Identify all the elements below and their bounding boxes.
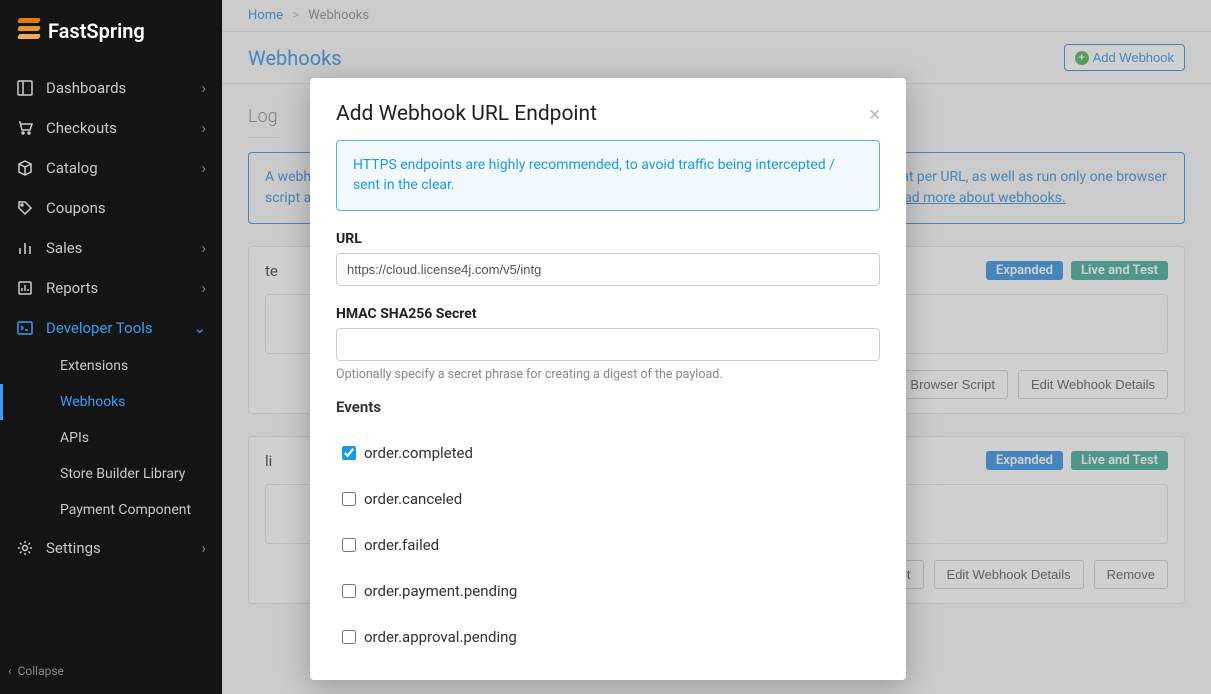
- url-input[interactable]: [336, 253, 880, 286]
- sidebar-item-reports[interactable]: Reports ›: [0, 268, 222, 308]
- url-label: URL: [336, 231, 880, 247]
- event-label: order.completed: [364, 444, 473, 462]
- sidebar: FastSpring Dashboards › Checkouts › Cata…: [0, 0, 222, 694]
- sidebar-item-checkouts[interactable]: Checkouts ›: [0, 108, 222, 148]
- chevron-right-icon: ›: [201, 159, 206, 177]
- dashboard-icon: [16, 79, 34, 97]
- chevron-right-icon: ›: [201, 119, 206, 137]
- sidebar-sub-payment-component[interactable]: Payment Component: [0, 492, 222, 528]
- sidebar-sub-apis[interactable]: APIs: [0, 420, 222, 456]
- close-icon[interactable]: ×: [869, 102, 880, 126]
- logo-mark-icon: [18, 18, 40, 44]
- sidebar-item-developer-tools[interactable]: Developer Tools ⌄: [0, 308, 222, 348]
- event-row-order-failed[interactable]: order.failed: [336, 522, 880, 568]
- sidebar-label: Settings: [46, 539, 201, 557]
- gear-icon: [16, 539, 34, 557]
- https-alert: HTTPS endpoints are highly recommended, …: [336, 140, 880, 211]
- chevron-right-icon: ›: [201, 239, 206, 257]
- chevron-down-icon: ⌄: [193, 319, 206, 337]
- sidebar-item-settings[interactable]: Settings ›: [0, 528, 222, 568]
- sidebar-label: Reports: [46, 279, 201, 297]
- events-label: Events: [336, 398, 880, 416]
- cart-icon: [16, 119, 34, 137]
- collapse-sidebar-button[interactable]: ‹ Collapse: [8, 664, 64, 678]
- box-icon: [16, 159, 34, 177]
- sidebar-sub-extensions[interactable]: Extensions: [0, 348, 222, 384]
- sidebar-label: Sales: [46, 239, 201, 257]
- tag-icon: [16, 199, 34, 217]
- event-checkbox[interactable]: [342, 446, 356, 460]
- sidebar-item-dashboards[interactable]: Dashboards ›: [0, 68, 222, 108]
- event-label: order.failed: [364, 536, 439, 554]
- sidebar-item-coupons[interactable]: Coupons: [0, 188, 222, 228]
- brand-logo[interactable]: FastSpring: [0, 0, 222, 68]
- event-row-order-completed[interactable]: order.completed: [336, 430, 880, 476]
- event-checkbox[interactable]: [342, 538, 356, 552]
- chevron-right-icon: ›: [201, 539, 206, 557]
- sidebar-label: Catalog: [46, 159, 201, 177]
- event-label: order.canceled: [364, 490, 462, 508]
- chevron-right-icon: ›: [201, 279, 206, 297]
- chevron-right-icon: ›: [201, 79, 206, 97]
- event-checkbox[interactable]: [342, 584, 356, 598]
- secret-input[interactable]: [336, 328, 880, 361]
- event-row-order-canceled[interactable]: order.canceled: [336, 476, 880, 522]
- terminal-icon: [16, 319, 34, 337]
- secret-label: HMAC SHA256 Secret: [336, 306, 880, 322]
- sidebar-label: Coupons: [46, 199, 206, 217]
- sidebar-item-catalog[interactable]: Catalog ›: [0, 148, 222, 188]
- modal-title: Add Webhook URL Endpoint: [336, 102, 869, 126]
- event-checkbox[interactable]: [342, 492, 356, 506]
- brand-name: FastSpring: [48, 19, 145, 43]
- event-label: order.payment.pending: [364, 582, 517, 600]
- event-row-order-approval-pending[interactable]: order.approval.pending: [336, 614, 880, 660]
- collapse-icon: ‹: [8, 664, 12, 678]
- report-icon: [16, 279, 34, 297]
- collapse-label: Collapse: [18, 664, 64, 678]
- event-label: order.approval.pending: [364, 628, 517, 646]
- sidebar-label: Dashboards: [46, 79, 201, 97]
- event-checkbox[interactable]: [342, 630, 356, 644]
- chart-icon: [16, 239, 34, 257]
- add-webhook-modal: Add Webhook URL Endpoint × HTTPS endpoin…: [310, 78, 906, 680]
- sidebar-label: Developer Tools: [46, 319, 193, 337]
- sidebar-sub-webhooks[interactable]: Webhooks: [0, 384, 222, 420]
- event-row-order-payment-pending[interactable]: order.payment.pending: [336, 568, 880, 614]
- sidebar-label: Checkouts: [46, 119, 201, 137]
- sidebar-sub-store-builder[interactable]: Store Builder Library: [0, 456, 222, 492]
- secret-help: Optionally specify a secret phrase for c…: [336, 367, 880, 382]
- sidebar-item-sales[interactable]: Sales ›: [0, 228, 222, 268]
